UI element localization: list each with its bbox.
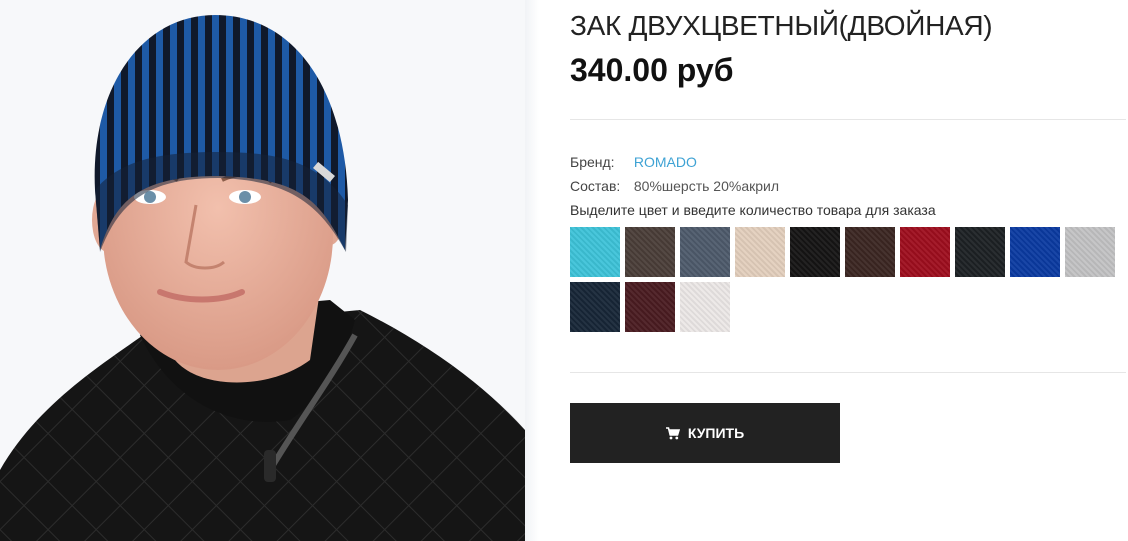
divider — [570, 372, 1126, 373]
brand-row: Бренд: ROMADO — [570, 154, 697, 170]
brand-link[interactable]: ROMADO — [634, 154, 697, 170]
color-swatch[interactable] — [680, 227, 730, 277]
brand-label: Бренд: — [570, 154, 615, 170]
color-swatch[interactable] — [625, 282, 675, 332]
color-swatch[interactable] — [570, 282, 620, 332]
color-swatch[interactable] — [735, 227, 785, 277]
product-photo — [0, 0, 525, 541]
composition-label: Состав: — [570, 178, 621, 194]
color-swatch[interactable] — [570, 227, 620, 277]
color-selection-hint: Выделите цвет и введите количество товар… — [570, 202, 936, 218]
shopping-cart-icon — [665, 426, 680, 440]
color-swatch-grid — [570, 227, 1128, 332]
color-swatch[interactable] — [1010, 227, 1060, 277]
color-swatch[interactable] — [625, 227, 675, 277]
product-price: 340.00 руб — [570, 52, 734, 88]
color-swatch[interactable] — [1065, 227, 1115, 277]
color-swatch[interactable] — [900, 227, 950, 277]
color-swatch[interactable] — [790, 227, 840, 277]
buy-button-label: КУПИТЬ — [687, 425, 745, 441]
product-title: ЗАК ДВУХЦВЕТНЫЙ(ДВОЙНАЯ) — [570, 10, 993, 41]
composition-row: Состав: 80%шерсть 20%акрил — [570, 178, 779, 194]
composition-value: 80%шерсть 20%акрил — [633, 178, 780, 194]
color-swatch[interactable] — [680, 282, 730, 332]
color-swatch[interactable] — [845, 227, 895, 277]
buy-button[interactable]: КУПИТЬ — [570, 403, 840, 463]
photo-edge-shadow — [525, 0, 539, 541]
color-swatch[interactable] — [955, 227, 1005, 277]
divider — [570, 119, 1126, 120]
